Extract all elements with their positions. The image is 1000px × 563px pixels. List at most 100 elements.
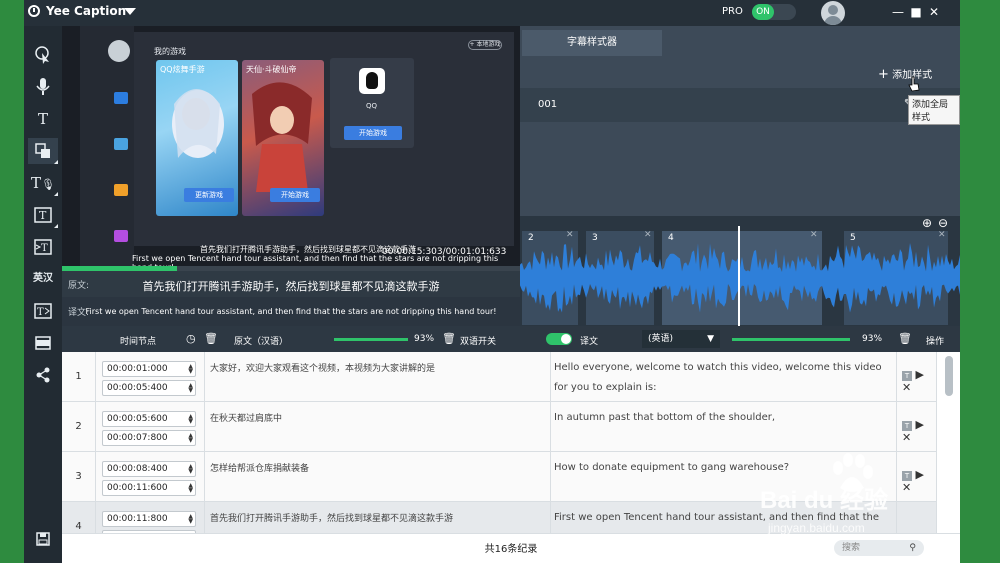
table-scrollbar[interactable] <box>936 352 960 533</box>
start-time-input[interactable]: 00:00:08:400 ▲ ▼ <box>102 461 196 477</box>
insert-text-tool-icon[interactable]: T <box>28 234 58 260</box>
segment-number: 4 <box>668 233 674 243</box>
search-input[interactable]: 搜索 ⚲ <box>834 540 924 556</box>
language-select[interactable]: (英语) ▼ <box>642 330 720 348</box>
segment-close-icon[interactable]: ✕ <box>566 230 574 240</box>
segment-number: 5 <box>850 233 856 243</box>
column-divider <box>204 352 205 402</box>
stepper-icon[interactable]: ▲ ▼ <box>188 514 193 525</box>
share-tool-icon[interactable] <box>28 362 58 388</box>
background-right <box>960 0 1000 563</box>
title-bar: Yee Caption PRO ON — ■ ✕ <box>24 0 960 26</box>
stepper-icon[interactable]: ▲ ▼ <box>188 364 193 375</box>
microphone-tool-icon[interactable] <box>28 74 58 100</box>
original-cell[interactable]: 在秋天都过肩底中 <box>210 410 546 428</box>
end-time-input[interactable]: 00:00:05:400 ▲ ▼ <box>102 380 196 396</box>
segment-number: 3 <box>592 233 598 243</box>
delete-row-icon[interactable]: ✕ <box>902 431 911 444</box>
original-cell[interactable]: 大家好，欢迎大家观看这个视频，本视频为大家讲解的是 <box>210 360 546 378</box>
hand-cursor-icon <box>908 76 920 92</box>
stepper-icon[interactable]: ▲ ▼ <box>188 383 193 394</box>
trash-icon[interactable]: 🗑 <box>204 332 218 345</box>
style-item[interactable]: 001 ✎ ✕ <box>520 88 960 122</box>
shape-tool-icon[interactable] <box>28 138 58 164</box>
play-icon[interactable]: ▶ <box>916 418 924 431</box>
tab-subtitle-style[interactable]: 字幕样式器 <box>522 30 662 56</box>
trash-icon[interactable]: 🗑 <box>442 332 456 345</box>
stepper-icon[interactable]: ▲ ▼ <box>188 414 193 425</box>
translated-text[interactable]: First we open Tencent hand tour assistan… <box>62 307 520 316</box>
voice-text-tool-icon[interactable]: T🎙 <box>28 170 58 196</box>
trash-icon[interactable]: 🗑 <box>898 332 912 345</box>
start-time-input[interactable]: 00:00:05:600 ▲ ▼ <box>102 411 196 427</box>
play-icon[interactable]: ▶ <box>916 368 924 381</box>
app-title: Yee Caption <box>28 4 126 18</box>
play-icon[interactable]: ▶ <box>916 468 924 481</box>
start-time-input[interactable]: 00:00:01:000 ▲ ▼ <box>102 361 196 377</box>
column-divider <box>896 352 897 402</box>
stepper-icon[interactable]: ▲ ▼ <box>188 483 193 494</box>
text-style-icon[interactable]: T <box>902 471 912 481</box>
pointer-tool-icon[interactable] <box>28 42 58 68</box>
bilingual-toggle[interactable] <box>546 333 572 345</box>
start-time-value: 00:00:01:000 <box>107 364 168 374</box>
end-time-value: 00:00:07:800 <box>107 433 168 443</box>
row-number: 2 <box>62 402 96 452</box>
table-row[interactable]: 2 00:00:05:600 ▲ ▼ 00:00:07:800 ▲ ▼ 在秋天都过肩底中… <box>62 402 936 452</box>
bilingual-toggle-label: 双语开关 <box>460 337 497 347</box>
search-icon[interactable]: ⚲ <box>909 540 916 556</box>
background-left <box>0 0 24 563</box>
start-time-input[interactable]: 00:00:11:800 ▲ ▼ <box>102 511 196 527</box>
translation-cell[interactable]: In autumn past that bottom of the should… <box>554 408 882 428</box>
stepper-icon[interactable]: ▲ ▼ <box>188 433 193 444</box>
pro-toggle[interactable]: ON <box>752 4 796 20</box>
original-text[interactable]: 首先我们打开腾讯手游助手，然后找到球星都不见滴这款手游 <box>62 278 520 294</box>
save-tool-icon[interactable] <box>28 526 58 552</box>
game-card-qq-dance: QQ炫舞手游 更新游戏 <box>156 60 238 216</box>
translation-cell[interactable]: Hello everyone, welcome to watch this vi… <box>554 358 882 398</box>
table-row[interactable]: 1 00:00:01:000 ▲ ▼ 00:00:05:400 ▲ ▼ 大家好，欢迎大家… <box>62 352 936 402</box>
end-time-input[interactable]: 00:00:07:800 ▲ ▼ <box>102 430 196 446</box>
app-title-text: Yee Caption <box>46 4 127 18</box>
end-time-input[interactable]: 00:00:11:600 ▲ ▼ <box>102 480 196 496</box>
operations-column-header: 操作 <box>926 337 945 347</box>
video-preview[interactable]: 我的游戏 + 本地游戏 QQ炫舞手游 更新游戏 天仙·斗破仙帝 开始游戏 QQ … <box>62 26 520 266</box>
original-cell[interactable]: 首先我们打开腾讯手游助手，然后找到球星都不见滴这款手游 <box>210 510 546 528</box>
segment-close-icon[interactable]: ✕ <box>810 230 818 240</box>
translation-column-header: 译文 <box>580 337 599 347</box>
clock-icon[interactable]: ◷ <box>186 332 196 345</box>
add-style-button[interactable]: + 添加样式 <box>878 66 932 82</box>
video-tool-icon[interactable] <box>28 330 58 356</box>
audio-waveform[interactable]: ⊕ ⊖ 2 ✕ 3 ✕ 4 ✕ 5 ✕ <box>520 216 960 326</box>
user-avatar[interactable] <box>821 1 845 25</box>
original-progress-bar <box>334 338 408 341</box>
text-style-icon[interactable]: T <box>902 371 912 381</box>
scrollbar-thumb[interactable] <box>945 356 953 396</box>
game-card-button: 开始游戏 <box>270 188 320 202</box>
close-button[interactable]: ✕ <box>926 4 942 20</box>
column-divider <box>550 352 551 402</box>
text-tool-icon[interactable]: T <box>28 106 58 132</box>
translate-tool-icon[interactable]: 英汉 <box>28 266 58 292</box>
original-cell[interactable]: 怎样给帮派仓库捐献装备 <box>210 460 546 478</box>
subtitle-style-panel: 字幕样式器 + 添加样式 001 ✎ ✕ <box>520 26 960 216</box>
minimize-button[interactable]: — <box>890 4 906 20</box>
segment-close-icon[interactable]: ✕ <box>938 230 946 240</box>
svg-text:T: T <box>39 209 47 222</box>
text-box-tool-icon[interactable]: T <box>28 202 58 228</box>
game-card-doupo: 天仙·斗破仙帝 开始游戏 <box>242 60 324 216</box>
start-time-value: 00:00:05:600 <box>107 414 168 424</box>
watermark-url: jingyan.baidu.com <box>768 521 865 535</box>
maximize-button[interactable]: ■ <box>908 4 924 20</box>
app-menu-caret-icon[interactable] <box>124 8 136 15</box>
playhead[interactable] <box>738 226 740 326</box>
gamepad-icon <box>114 92 128 104</box>
text-style-icon[interactable]: T <box>902 421 912 431</box>
pro-toggle-label: ON <box>752 4 774 20</box>
stepper-icon[interactable]: ▲ ▼ <box>188 464 193 475</box>
text-export-tool-icon[interactable]: T <box>28 298 58 324</box>
column-divider <box>550 452 551 502</box>
segment-close-icon[interactable]: ✕ <box>644 230 652 240</box>
delete-row-icon[interactable]: ✕ <box>902 481 911 494</box>
delete-row-icon[interactable]: ✕ <box>902 381 911 394</box>
